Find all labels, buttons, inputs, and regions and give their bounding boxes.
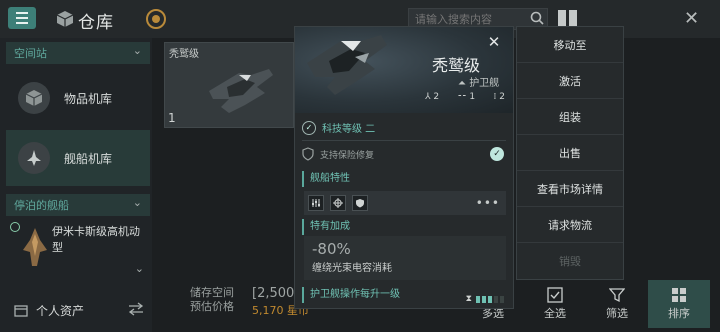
chevron-down-icon[interactable]: ⌄ — [135, 262, 144, 275]
sidebar-item-ship-hangar[interactable]: 舰船机库 — [6, 130, 150, 186]
action-move-to[interactable]: 移动至 — [517, 27, 623, 63]
more-icon[interactable]: ••• — [476, 196, 500, 210]
sidebar-section-docked[interactable]: 停泊的舰船 ⌄ — [6, 194, 150, 216]
action-sell[interactable]: 出售 — [517, 135, 623, 171]
button-label: 筛选 — [606, 307, 628, 320]
chevron-down-icon: ⌄ — [132, 196, 142, 209]
button-label: 全选 — [544, 307, 566, 320]
ship-card-title: 秃鹫级 — [169, 49, 199, 60]
slot-summary: ⅄ 2 ⁃⁃ 1 ⁞ 2 — [425, 92, 505, 106]
ship-thumbnail — [23, 228, 47, 266]
turret-slot-icon: ⅄ 2 — [425, 92, 440, 102]
personal-assets-label: 个人资产 — [36, 303, 85, 318]
bonus-description: 缠绕光束电容消耗 — [312, 263, 392, 274]
bonus-box: -80% 缠绕光束电容消耗 — [304, 236, 506, 280]
checkmark-icon: ✓ — [490, 147, 504, 161]
sidebar-section-station[interactable]: 空间站 ⌄ — [6, 42, 150, 64]
traits-row[interactable]: ••• — [304, 191, 506, 215]
shield-icon — [302, 147, 314, 161]
action-activate[interactable]: 激活 — [517, 63, 623, 99]
action-destroy: 销毁 — [559, 255, 581, 268]
action-assemble[interactable]: 组装 — [517, 99, 623, 135]
checkbox-icon — [547, 287, 563, 303]
ship-class-label: 护卫舰 — [469, 78, 500, 89]
module-slot-icon: ⁃⁃ 1 — [457, 92, 476, 102]
sidebar-item-label: 物品机库 — [64, 91, 113, 106]
select-all-button[interactable]: 全选 — [524, 280, 586, 328]
search-icon[interactable] — [530, 11, 544, 25]
swap-icon[interactable] — [128, 302, 144, 316]
frigate-icon: ⏶ — [458, 78, 466, 89]
check-icon: ✓ — [302, 120, 316, 135]
ship-name: 秃鹫级 — [432, 56, 481, 75]
hourglass-icon: ⧗ — [465, 294, 472, 304]
grid-view-icon[interactable] — [558, 10, 578, 26]
cube-icon — [56, 11, 74, 27]
skill-bonus-row: 护卫舰操作每升一级 ⧗ — [302, 287, 506, 304]
chevron-down-icon: ⌄ — [132, 44, 142, 57]
ship-card-quantity: 1 — [168, 111, 176, 125]
box-icon — [14, 305, 28, 317]
tech-level-row: ✓ 科技等级 二 — [302, 120, 506, 135]
sidebar-item-label: 舰船机库 — [64, 151, 113, 166]
action-view-market[interactable]: 查看市场详情 — [517, 171, 623, 207]
equalizer-icon[interactable] — [308, 195, 324, 211]
close-icon[interactable]: ✕ — [684, 8, 699, 29]
divider — [302, 140, 506, 141]
ship-class: ⏶ 护卫舰 — [458, 74, 499, 89]
sidebar-item-item-hangar[interactable]: 物品机库 — [6, 70, 150, 126]
tech-level-label: 科技等级 二 — [322, 124, 376, 135]
close-icon[interactable]: ✕ — [484, 32, 504, 52]
section-label: 空间站 — [14, 47, 47, 60]
shield-icon[interactable] — [352, 195, 368, 211]
currency-icon[interactable] — [146, 9, 166, 29]
ship-icon — [18, 142, 50, 174]
price-label: 预估价格 — [190, 300, 234, 313]
pin-icon — [10, 222, 20, 232]
menu-button[interactable] — [8, 7, 36, 29]
ship-thumbnail — [209, 69, 273, 113]
button-label: 排序 — [668, 307, 690, 320]
cube-icon — [18, 82, 50, 114]
ship-card[interactable]: 秃鹫级 1 — [164, 42, 294, 128]
docked-ship-entry[interactable]: 伊米卡斯级高机动型 ⌄ — [6, 218, 150, 282]
docked-ship-name: 伊米卡斯级高机动型 — [52, 225, 140, 254]
crosshair-icon[interactable] — [330, 195, 346, 211]
action-request-logistics[interactable]: 请求物流 — [517, 207, 623, 243]
storage-label: 储存空间 — [190, 286, 234, 299]
sort-grid-icon — [672, 288, 686, 302]
section-label: 停泊的舰船 — [14, 199, 69, 212]
insurance-label: 支持保险修复 — [320, 150, 375, 161]
page-title: 仓库 — [78, 13, 114, 33]
filter-icon — [609, 288, 625, 303]
skill-level-bar: ⧗ — [466, 291, 504, 307]
rig-slot-icon: ⁞ 2 — [493, 92, 505, 102]
traits-header: 舰船特性 — [302, 171, 506, 187]
bonus-value: -80% — [312, 240, 351, 258]
sort-button[interactable]: 排序 — [648, 280, 710, 328]
insurance-row: 支持保险修复 ✓ — [302, 147, 506, 161]
storage-labels: 储存空间 预估价格 — [190, 286, 234, 314]
special-bonus-header: 特有加成 — [302, 219, 506, 235]
skill-bonus-label: 护卫舰操作每升一级 — [310, 289, 400, 300]
capacity-value: [2,500 — [252, 286, 295, 301]
filter-button[interactable]: 筛选 — [586, 280, 648, 328]
personal-assets-button[interactable]: 个人资产 — [6, 296, 150, 324]
